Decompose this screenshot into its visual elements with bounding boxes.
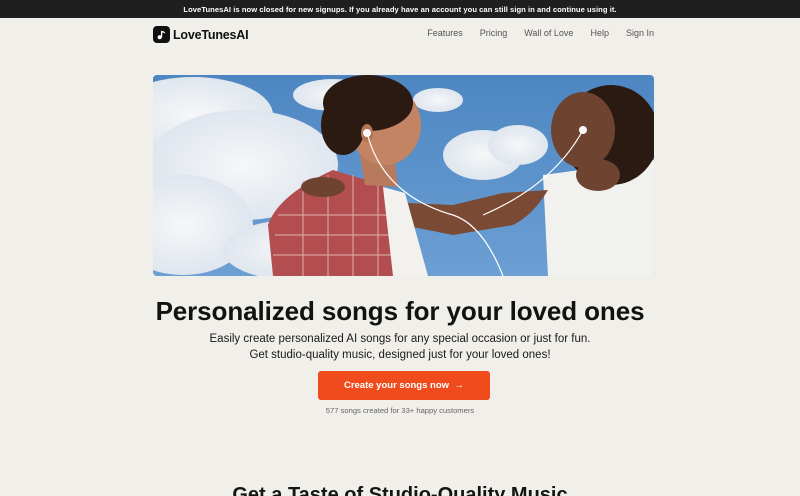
songs-created-stats: 577 songs created for 33+ happy customer… (325, 406, 475, 415)
section-title: Get a Taste of Studio-Quality Music (232, 484, 568, 496)
nav-pricing[interactable]: Pricing (480, 28, 508, 38)
arrow-right-icon: → (454, 379, 465, 391)
main-nav: Features Pricing Wall of Love Help Sign … (427, 28, 654, 38)
hero-image (153, 75, 654, 276)
nav-sign-in[interactable]: Sign In (626, 28, 654, 38)
brand-logo-link[interactable]: LoveTunesAI (153, 26, 249, 43)
create-songs-label: Create your songs now (343, 380, 450, 391)
nav-help[interactable]: Help (590, 28, 609, 38)
nav-wall-of-love[interactable]: Wall of Love (524, 28, 573, 38)
hero-headline: Personalized songs for your loved ones (155, 296, 645, 326)
hero-subline-2: Get studio-quality music, designed just … (249, 349, 551, 361)
hero-subline-1: Easily create personalized AI songs for … (209, 333, 591, 345)
create-songs-button[interactable]: Create your songs now → (318, 371, 490, 400)
banner-text: LoveTunesAI is now closed for new signup… (183, 4, 617, 14)
nav-features[interactable]: Features (427, 28, 463, 38)
announcement-banner: LoveTunesAI is now closed for new signup… (0, 0, 800, 18)
brand-name: LoveTunesAI (173, 27, 249, 42)
music-note-icon (153, 26, 170, 43)
